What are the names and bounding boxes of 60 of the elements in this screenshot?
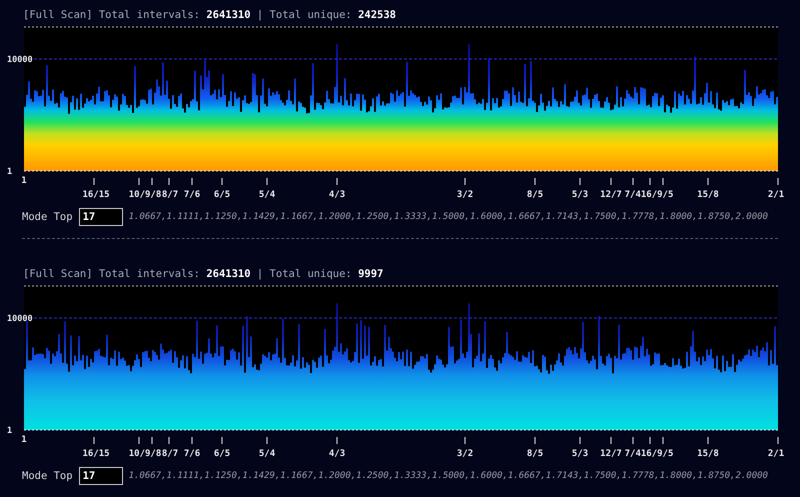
x-axis-label: 16/15	[82, 449, 110, 459]
x-axis-label: 5/3	[572, 190, 588, 200]
tick-mark	[266, 178, 268, 186]
x-axis-label: 2/1	[768, 449, 784, 459]
tick-mark	[534, 178, 536, 186]
x-axis-label: 1	[21, 176, 27, 186]
x-axis-label: 8/7	[162, 449, 178, 459]
x-axis-label: 1	[21, 435, 27, 445]
tick-mark	[336, 178, 338, 186]
tick-mark	[138, 178, 140, 186]
tick-mark	[336, 436, 338, 444]
x-axis-label: 15/8	[697, 449, 719, 459]
tick-mark	[534, 436, 536, 444]
tick-mark	[610, 178, 612, 186]
mode-top-field[interactable]: 17	[78, 467, 123, 485]
mode-top-label: Mode Top	[22, 211, 73, 223]
x-axis-label: 3/2	[456, 449, 474, 459]
mode-ratios: 1.0667,1.1111,1.1250,1.1429,1.1667,1.2000,1.2500,1.3333,1.5000,1.6000,1.6667,1.7143,1.7500,1.7778,1.8000,1.8750,2.0000	[128, 471, 768, 481]
x-axis-label: 16/15	[82, 190, 110, 200]
tick-mark	[632, 178, 634, 186]
x-axis-label: 3/2	[456, 190, 474, 200]
tick-mark	[464, 436, 466, 444]
x-axis-label: 6/5	[214, 190, 230, 200]
y-axis-label: 10000	[7, 55, 33, 65]
x-axis-label: 7/6	[184, 449, 200, 459]
x-axis-label: 8/7	[162, 190, 178, 200]
tick-mark	[168, 178, 170, 186]
x-axis-label: 7/416/9/5	[624, 449, 674, 459]
tick-mark	[610, 436, 612, 444]
x-axis-label: 8/5	[526, 449, 544, 459]
x-axis-label: 6/5	[214, 449, 230, 459]
x-axis-label: 12/7	[600, 449, 622, 459]
x-axis-label: 5/4	[258, 449, 276, 459]
mode-top-field[interactable]: 17	[78, 208, 123, 226]
x-axis-label: 15/8	[697, 190, 719, 200]
tick-mark	[138, 436, 140, 444]
tick-mark	[662, 436, 664, 444]
y-axis-label: 1	[7, 426, 12, 436]
x-axis-label: 5/4	[258, 190, 276, 200]
x-axis-label: 12/7	[600, 190, 622, 200]
mode-ratios: 1.0667,1.1111,1.1250,1.1429,1.1667,1.2000,1.2500,1.3333,1.5000,1.6000,1.6667,1.7143,1.7500,1.7778,1.8000,1.8750,2.0000	[128, 212, 768, 222]
x-axis-label: 10/9/8	[128, 190, 162, 200]
x-axis-label: 7/416/9/5	[624, 190, 674, 200]
y-axis-label: 1	[7, 167, 12, 177]
x-axis-label: 7/6	[184, 190, 200, 200]
x-axis-label: 8/5	[526, 190, 544, 200]
x-axis-label: 4/3	[328, 190, 346, 200]
scan-summary: [Full Scan] Total intervals: 2641310 | Total unique: 9997	[23, 267, 384, 282]
x-axis-label: 4/3	[328, 449, 346, 459]
x-axis-label: 2/1	[768, 190, 784, 200]
tick-mark	[168, 436, 170, 444]
tick-mark	[464, 178, 466, 186]
scan-summary: [Full Scan] Total intervals: 2641310 | Total unique: 242538	[23, 8, 396, 23]
tick-mark	[662, 178, 664, 186]
x-axis-label: 5/3	[572, 449, 588, 459]
x-axis-label: 10/9/8	[128, 449, 162, 459]
y-axis-label: 10000	[7, 314, 33, 324]
tick-mark	[266, 436, 268, 444]
mode-top-label: Mode Top	[22, 470, 73, 482]
tick-mark	[632, 436, 634, 444]
